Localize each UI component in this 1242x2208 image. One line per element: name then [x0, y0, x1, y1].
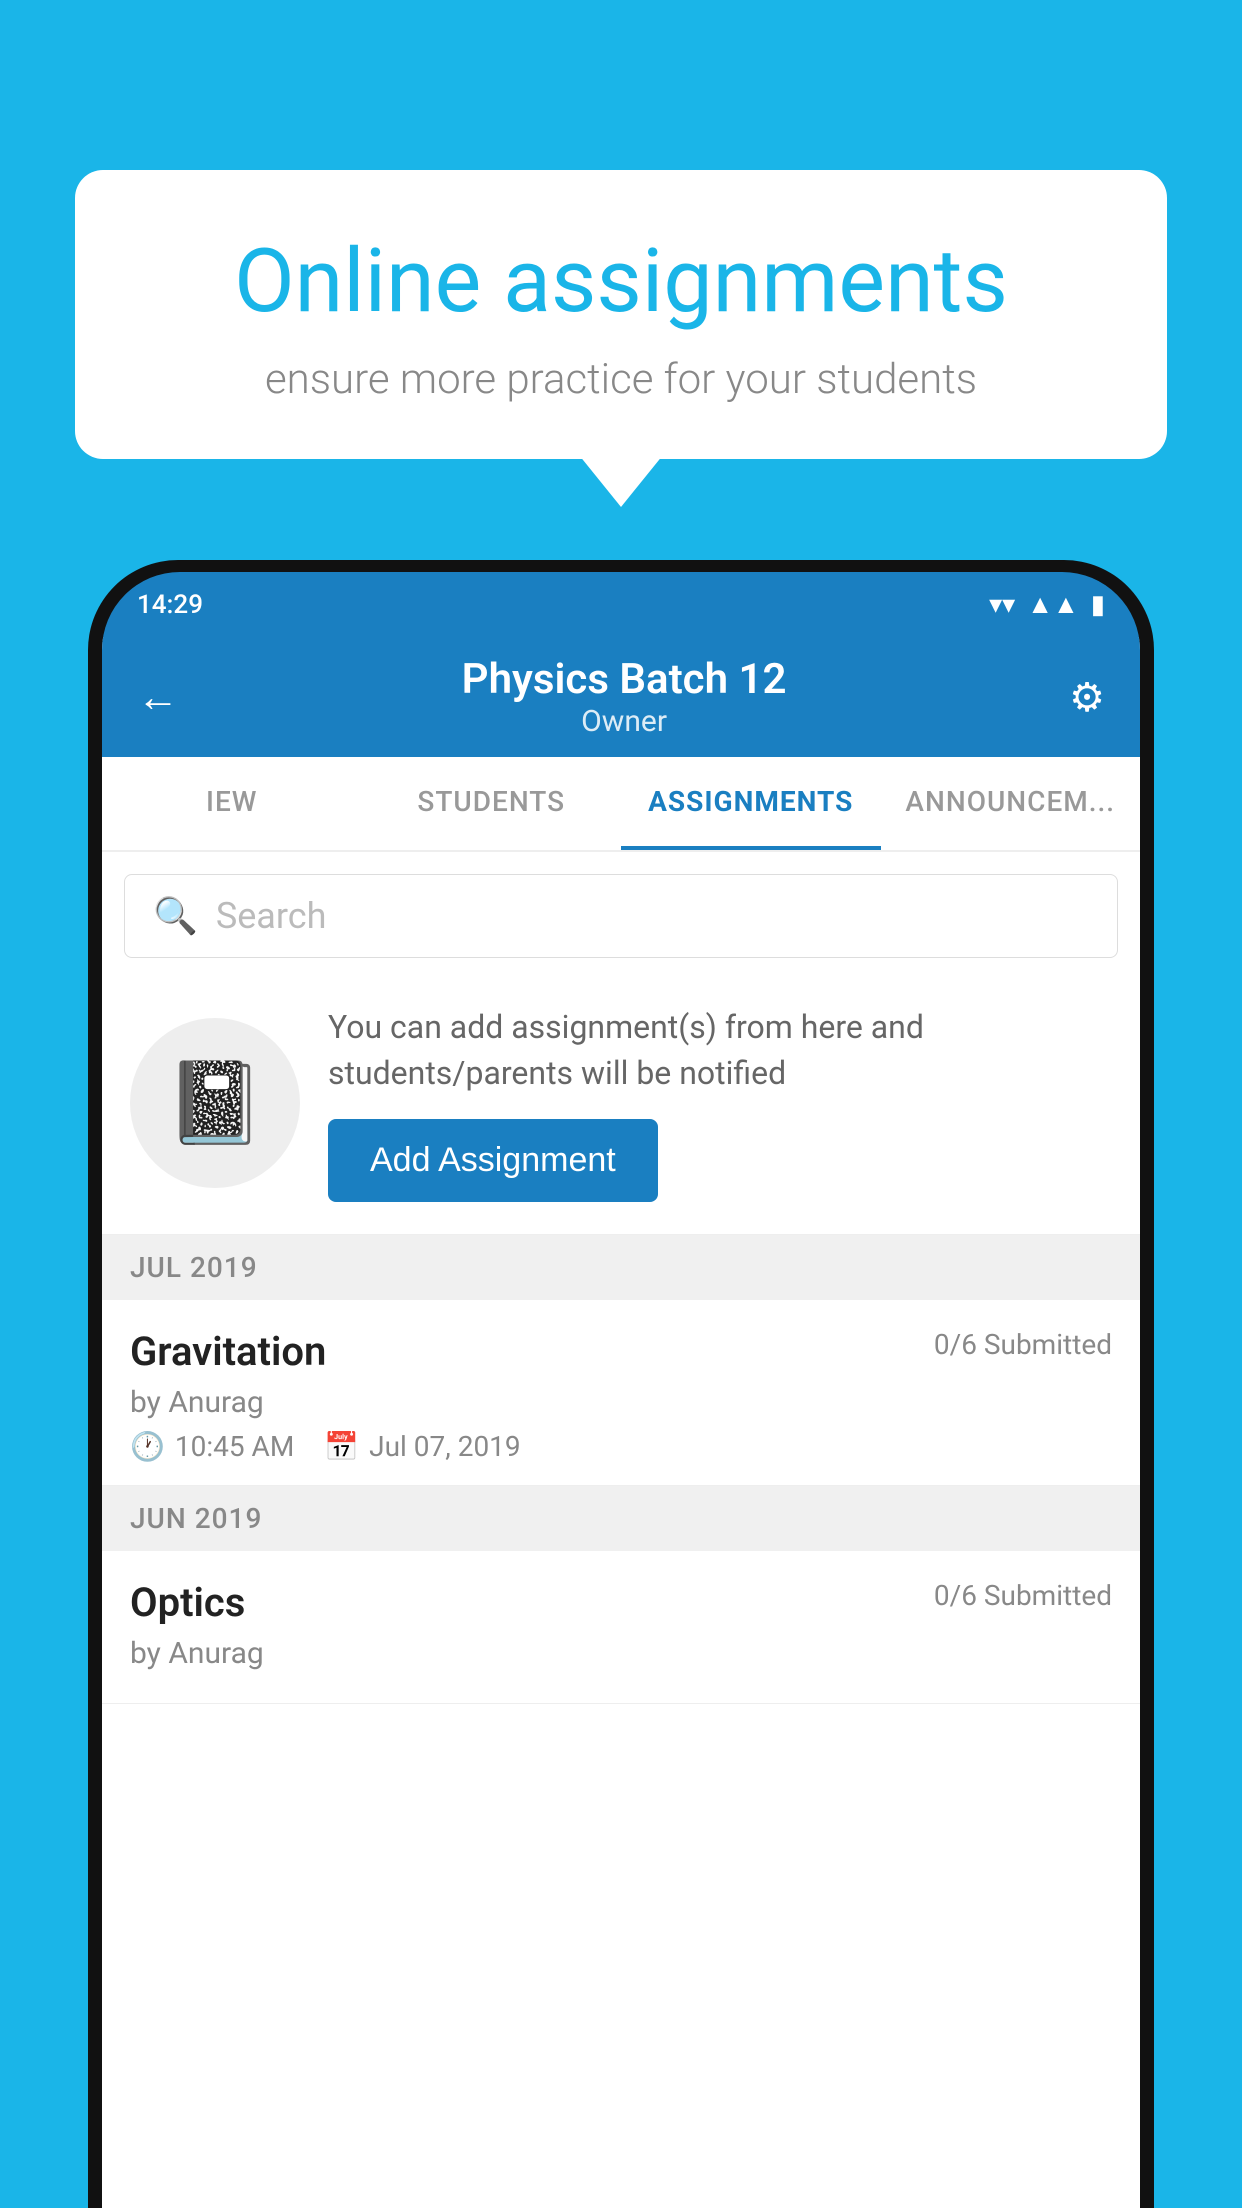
assignment-header-row-optics: Optics 0/6 Submitted [130, 1579, 1112, 1626]
assignment-item-gravitation[interactable]: Gravitation 0/6 Submitted by Anurag 🕐 10… [102, 1300, 1140, 1486]
tab-iew[interactable]: IEW [102, 757, 362, 850]
status-icons: ▾▾ ▲▲ ▮ [989, 589, 1105, 620]
phone-inner: 14:29 ▾▾ ▲▲ ▮ ← Physics Batch 12 Owner ⚙… [102, 572, 1140, 2208]
add-assignment-button[interactable]: Add Assignment [328, 1119, 658, 1202]
header-title-container: Physics Batch 12 Owner [462, 655, 787, 739]
notebook-icon: 📓 [165, 1056, 265, 1150]
settings-button[interactable]: ⚙ [1069, 674, 1105, 721]
assignment-icon-circle: 📓 [130, 1018, 300, 1188]
assignment-title-optics: Optics [130, 1579, 245, 1626]
section-header-jul: JUL 2019 [102, 1235, 1140, 1300]
phone-screen: ← Physics Batch 12 Owner ⚙ IEW STUDENTS … [102, 637, 1140, 2208]
speech-bubble-title: Online assignments [145, 230, 1097, 333]
assignment-date-gravitation: 📅 Jul 07, 2019 [324, 1430, 520, 1463]
header-subtitle: Owner [462, 704, 787, 739]
assignment-time-value: 10:45 AM [175, 1430, 294, 1463]
assignment-submitted-gravitation: 0/6 Submitted [934, 1328, 1112, 1361]
add-assignment-right: You can add assignment(s) from here and … [328, 1004, 1112, 1202]
header-title: Physics Batch 12 [462, 655, 787, 704]
search-bar[interactable]: 🔍 Search [124, 874, 1118, 958]
speech-bubble-subtitle: ensure more practice for your students [145, 355, 1097, 404]
clock-icon: 🕐 [130, 1430, 165, 1463]
battery-icon: ▮ [1091, 590, 1105, 620]
assignment-title-gravitation: Gravitation [130, 1328, 326, 1375]
phone: 14:29 ▾▾ ▲▲ ▮ ← Physics Batch 12 Owner ⚙… [88, 560, 1154, 2208]
speech-bubble-container: Online assignments ensure more practice … [75, 170, 1167, 459]
search-icon: 🔍 [153, 895, 198, 937]
back-button[interactable]: ← [137, 673, 179, 722]
assignment-date-value: Jul 07, 2019 [369, 1430, 521, 1463]
phone-content: 🔍 Search 📓 You can add assignment(s) fro… [102, 852, 1140, 2208]
assignment-submitted-optics: 0/6 Submitted [934, 1579, 1112, 1612]
assignment-header-row: Gravitation 0/6 Submitted [130, 1328, 1112, 1375]
tabs-bar: IEW STUDENTS ASSIGNMENTS ANNOUNCEM... [102, 757, 1140, 852]
search-input[interactable]: Search [216, 895, 327, 937]
wifi-icon: ▾▾ [989, 590, 1015, 620]
assignment-meta-gravitation: 🕐 10:45 AM 📅 Jul 07, 2019 [130, 1430, 1112, 1463]
section-header-jun: JUN 2019 [102, 1486, 1140, 1551]
add-assignment-description: You can add assignment(s) from here and … [328, 1004, 1112, 1097]
assignment-by-gravitation: by Anurag [130, 1385, 1112, 1420]
tab-assignments[interactable]: ASSIGNMENTS [621, 757, 881, 850]
status-time: 14:29 [137, 590, 203, 620]
assignment-time-gravitation: 🕐 10:45 AM [130, 1430, 294, 1463]
app-header: ← Physics Batch 12 Owner ⚙ [102, 637, 1140, 757]
speech-bubble: Online assignments ensure more practice … [75, 170, 1167, 459]
tab-students[interactable]: STUDENTS [362, 757, 622, 850]
signal-icon: ▲▲ [1027, 589, 1078, 620]
calendar-icon: 📅 [324, 1430, 359, 1463]
tab-announcements[interactable]: ANNOUNCEM... [881, 757, 1141, 850]
assignment-by-optics: by Anurag [130, 1636, 1112, 1671]
status-bar: 14:29 ▾▾ ▲▲ ▮ [102, 572, 1140, 637]
assignment-item-optics[interactable]: Optics 0/6 Submitted by Anurag [102, 1551, 1140, 1704]
add-assignment-card: 📓 You can add assignment(s) from here an… [102, 976, 1140, 1235]
